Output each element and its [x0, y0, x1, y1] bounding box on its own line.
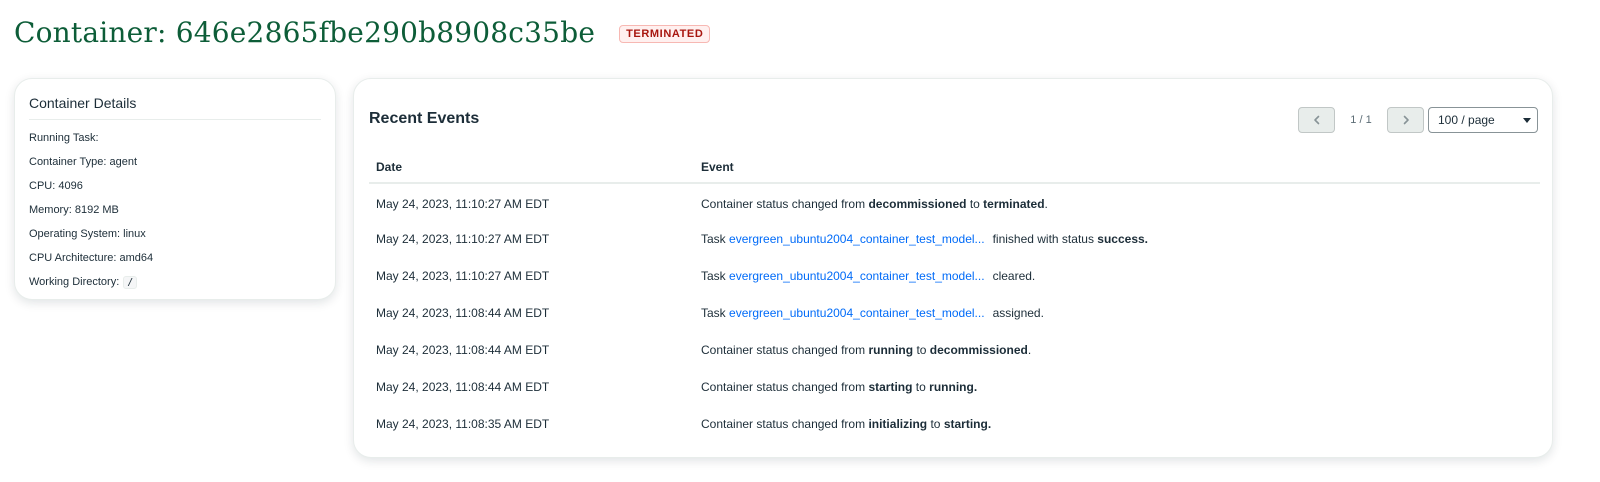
container-details-list: Running Task: Container Type: agent CPU:…	[29, 126, 321, 294]
event-text: .	[987, 416, 992, 431]
event-to-status: starting	[943, 416, 988, 431]
table-row: May 24, 2023, 11:08:44 AM EDT Task everg…	[369, 294, 1540, 331]
event-description: Container status changed from decommissi…	[694, 183, 1540, 220]
detail-operating-system: Operating System: linux	[29, 222, 321, 246]
event-to-status: running	[929, 379, 974, 394]
task-link[interactable]: evergreen_ubuntu2004_container_test_mode…	[729, 269, 985, 283]
detail-label: Memory:	[29, 204, 72, 216]
detail-label: Working Directory:	[29, 276, 120, 288]
event-text: to	[969, 196, 980, 211]
detail-container-type: Container Type: agent	[29, 150, 321, 174]
event-description: Container status changed from initializi…	[694, 405, 1540, 442]
table-row: May 24, 2023, 11:08:35 AM EDT Container …	[369, 405, 1540, 442]
table-row: May 24, 2023, 11:08:44 AM EDT Container …	[369, 368, 1540, 405]
prev-page-button[interactable]	[1298, 107, 1335, 133]
event-description: Container status changed from running to…	[694, 331, 1540, 368]
task-link[interactable]: evergreen_ubuntu2004_container_test_mode…	[729, 306, 985, 320]
event-text: cleared.	[992, 268, 1036, 283]
caret-down-icon	[1523, 117, 1531, 123]
event-to-status: terminated	[983, 196, 1045, 211]
detail-memory: Memory: 8192 MB	[29, 198, 321, 222]
detail-value: agent	[109, 156, 138, 168]
detail-cpu: CPU: 4096	[29, 174, 321, 198]
table-row: May 24, 2023, 11:10:27 AM EDT Task everg…	[369, 257, 1540, 294]
detail-value: 4096	[58, 180, 83, 192]
event-description: Container status changed from starting t…	[694, 368, 1540, 405]
table-row: May 24, 2023, 11:10:27 AM EDT Task everg…	[369, 220, 1540, 257]
detail-label: Container Type:	[29, 156, 107, 168]
container-details-title: Container Details	[29, 95, 321, 120]
event-text: .	[1044, 196, 1048, 211]
detail-label: Running Task:	[29, 132, 99, 144]
column-header-date: Date	[369, 151, 694, 184]
chevron-left-icon	[1313, 115, 1319, 125]
event-date: May 24, 2023, 11:10:27 AM EDT	[376, 196, 550, 211]
event-date: May 24, 2023, 11:08:44 AM EDT	[376, 379, 550, 394]
column-header-event: Event	[694, 151, 1540, 184]
event-date: May 24, 2023, 11:10:27 AM EDT	[376, 231, 550, 246]
table-row: May 24, 2023, 11:10:27 AM EDT Container …	[369, 183, 1540, 220]
event-text: Container status changed from	[701, 379, 866, 394]
recent-events-title: Recent Events	[369, 110, 480, 127]
event-text: .	[1027, 342, 1032, 357]
event-text: assigned.	[992, 305, 1044, 320]
event-date: May 24, 2023, 11:08:35 AM EDT	[376, 416, 550, 431]
event-description: Task evergreen_ubuntu2004_container_test…	[694, 220, 1540, 257]
container-details-card: Container Details Running Task: Containe…	[14, 78, 336, 300]
working-directory-code: /	[123, 275, 138, 289]
task-link[interactable]: evergreen_ubuntu2004_container_test_mode…	[729, 232, 985, 246]
detail-value: amd64	[119, 252, 154, 264]
event-text: .	[973, 379, 978, 394]
event-text: Container status changed from	[701, 342, 866, 357]
event-from-status: decommissioned	[868, 196, 967, 211]
event-date: May 24, 2023, 11:08:44 AM EDT	[376, 342, 550, 357]
event-description: Task evergreen_ubuntu2004_container_test…	[694, 294, 1540, 331]
event-from-status: running	[868, 342, 914, 357]
table-row: May 24, 2023, 11:08:44 AM EDT Container …	[369, 331, 1540, 368]
event-text: to	[930, 416, 941, 431]
detail-working-directory: Working Directory: /	[29, 270, 321, 294]
recent-events-card: Recent Events 1 / 1 100 / page Date Even…	[353, 78, 1553, 458]
event-text: Task	[701, 305, 726, 320]
pagination: 1 / 1 100 / page	[1298, 106, 1538, 134]
event-description: Task evergreen_ubuntu2004_container_test…	[694, 257, 1540, 294]
next-page-button[interactable]	[1387, 107, 1424, 133]
chevron-right-icon	[1403, 115, 1409, 125]
event-text: finished with status	[992, 231, 1094, 246]
detail-label: CPU:	[29, 180, 56, 192]
event-text: to	[916, 342, 927, 357]
detail-label: CPU Architecture:	[29, 252, 117, 264]
event-text: to	[915, 379, 926, 394]
event-text: Task	[701, 268, 726, 283]
event-from-status: initializing	[868, 416, 928, 431]
page-header: Container: 646e2865fbe290b8908c35be TERM…	[14, 12, 711, 52]
event-text: Task	[701, 231, 726, 246]
detail-value: 8192 MB	[74, 204, 119, 216]
page-size-select[interactable]: 100 / page	[1428, 107, 1538, 133]
page-count: 1 / 1	[1350, 114, 1372, 126]
event-text: Container status changed from	[701, 416, 866, 431]
event-date: May 24, 2023, 11:10:27 AM EDT	[376, 268, 550, 283]
detail-value: linux	[123, 228, 146, 240]
events-table: Date Event May 24, 2023, 11:10:27 AM EDT…	[369, 151, 1540, 442]
event-from-status: starting	[868, 379, 913, 394]
status-badge: TERMINATED	[619, 25, 711, 43]
detail-running-task: Running Task:	[29, 126, 321, 150]
detail-cpu-architecture: CPU Architecture: amd64	[29, 246, 321, 270]
event-date: May 24, 2023, 11:08:44 AM EDT	[376, 305, 550, 320]
page-title: Container: 646e2865fbe290b8908c35be	[14, 15, 596, 49]
event-text: .	[1144, 231, 1149, 246]
page-size-value: 100 / page	[1438, 113, 1495, 127]
table-header-row: Date Event	[369, 151, 1540, 184]
event-task-status: success	[1097, 231, 1145, 246]
event-to-status: decommissioned	[929, 342, 1028, 357]
detail-label: Operating System:	[29, 228, 121, 240]
event-text: Container status changed from	[701, 196, 866, 211]
